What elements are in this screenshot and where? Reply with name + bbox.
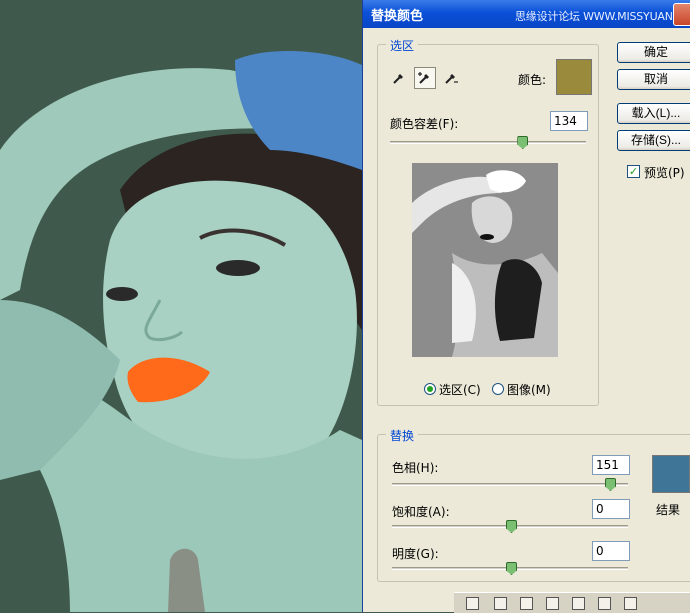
selection-legend: 选区 <box>386 37 419 54</box>
eyedropper-minus-icon <box>445 74 458 84</box>
adjustment-icon[interactable] <box>546 597 559 610</box>
lightness-label: 明度(G): <box>392 547 439 561</box>
tolerance-label: 颜色容差(F): <box>390 117 459 131</box>
eyedropper-icon <box>393 74 403 84</box>
dialog-title: 替换颜色 <box>371 9 424 24</box>
lightness-slider-thumb[interactable] <box>506 562 517 575</box>
hue-input[interactable] <box>592 455 630 475</box>
selection-preview <box>412 163 558 357</box>
replacement-group: 替换 色相(H): 饱和度(A): 明度(G): 结果 <box>377 427 690 582</box>
eyedropper-minus-tool[interactable] <box>440 67 462 89</box>
ok-button[interactable]: 确定 <box>617 42 690 63</box>
tolerance-slider-track[interactable] <box>390 136 586 149</box>
save-button[interactable]: 存储(S)... <box>617 130 690 151</box>
selection-group: 选区 颜色: 颜色容差(F): 134 选区(C) 图像(M) <box>377 37 599 406</box>
layers-panel-toolbar <box>454 592 690 613</box>
watermark-text: 思缘设计论坛 WWW.MISSYUAN.COM <box>515 10 690 23</box>
mask-icon[interactable] <box>520 597 533 610</box>
hue-slider-track[interactable] <box>392 478 628 491</box>
eyedropper-tool[interactable] <box>388 67 410 89</box>
group-icon[interactable] <box>572 597 585 610</box>
result-color-swatch <box>652 455 690 493</box>
photo-eye-right <box>216 260 260 276</box>
image-radio-label[interactable]: 图像(M) <box>507 381 551 398</box>
selection-radio-label[interactable]: 选区(C) <box>439 381 481 398</box>
result-label: 结果 <box>656 503 681 517</box>
selection-radio[interactable] <box>424 383 436 395</box>
eyedropper-plus-tool[interactable] <box>414 67 436 89</box>
close-button[interactable] <box>673 3 690 26</box>
preview-checkbox[interactable]: ✓ <box>627 165 640 178</box>
tolerance-input[interactable] <box>550 111 588 131</box>
tolerance-slider-thumb[interactable] <box>517 136 529 149</box>
fx-icon[interactable] <box>494 597 507 610</box>
hue-slider-thumb[interactable] <box>604 478 616 491</box>
photo-eye-left <box>106 287 138 301</box>
preview-checkbox-label[interactable]: 预览(P) <box>644 164 685 181</box>
image-radio[interactable] <box>492 383 504 395</box>
link-icon[interactable] <box>466 597 479 610</box>
cancel-button[interactable]: 取消 <box>617 69 690 90</box>
lightness-slider-track[interactable] <box>392 562 628 575</box>
lightness-input[interactable] <box>592 541 630 561</box>
saturation-input[interactable] <box>592 499 630 519</box>
color-label: 颜色: <box>518 73 547 87</box>
eyedropper-plus-icon <box>418 72 429 84</box>
load-button[interactable]: 载入(L)... <box>617 103 690 124</box>
dialog-client-area: 选区 颜色: 颜色容差(F): 134 选区(C) 图像(M) 确定 取消 载入… <box>367 28 690 612</box>
hue-label: 色相(H): <box>392 461 439 475</box>
trash-icon[interactable] <box>624 597 637 610</box>
replacement-legend: 替换 <box>386 427 419 444</box>
saturation-slider-track[interactable] <box>392 520 628 533</box>
saturation-slider-thumb[interactable] <box>506 520 517 533</box>
new-layer-icon[interactable] <box>598 597 611 610</box>
sample-color-swatch[interactable] <box>556 59 592 95</box>
preview-mask-image <box>412 163 558 357</box>
replace-color-dialog: 替换颜色 思缘设计论坛 WWW.MISSYUAN.COM 选区 颜色: 颜色容差… <box>362 0 690 612</box>
saturation-label: 饱和度(A): <box>392 505 450 519</box>
dialog-title-bar[interactable]: 替换颜色 思缘设计论坛 WWW.MISSYUAN.COM <box>363 0 690 28</box>
